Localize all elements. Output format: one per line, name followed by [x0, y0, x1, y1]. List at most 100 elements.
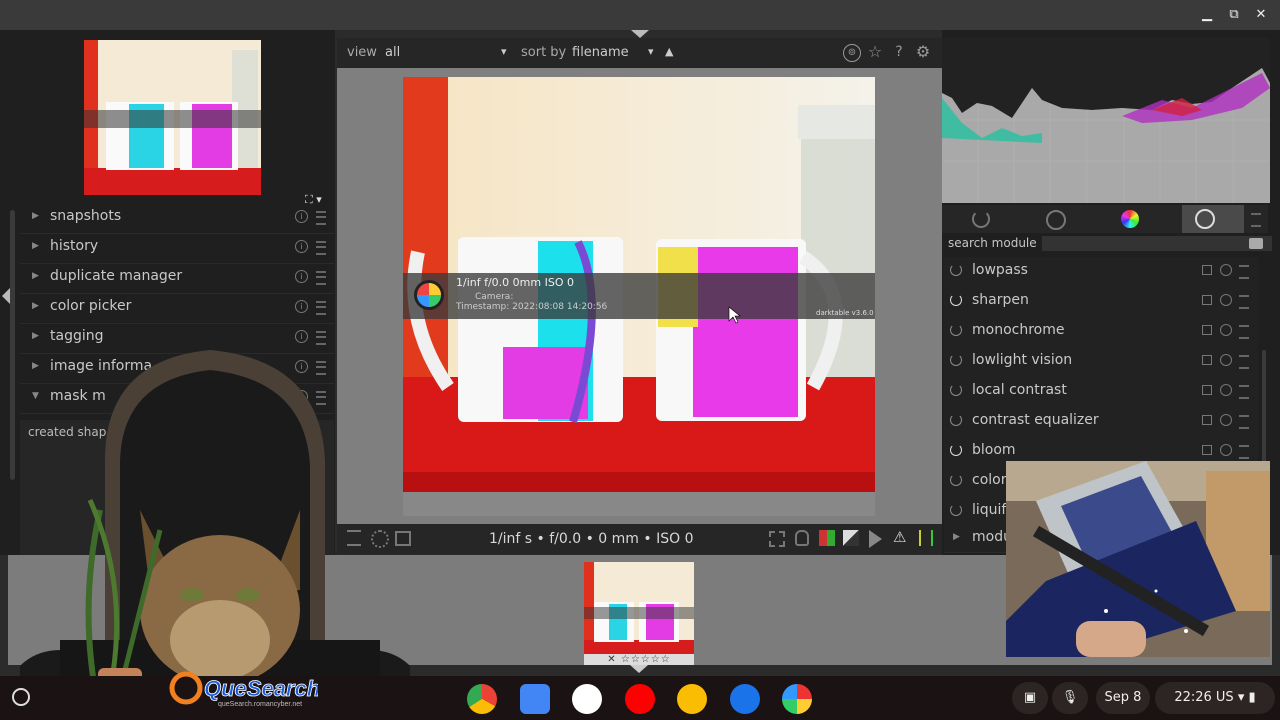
exif-info-bar: 1/inf s • f/0.0 • 0 mm • ISO 0 — [489, 531, 694, 547]
module-history[interactable]: ▶ history i — [20, 233, 334, 264]
clear-search-icon[interactable] — [1249, 238, 1263, 249]
sort-direction-icon[interactable]: ▲ — [665, 45, 673, 58]
color-modules-tab-icon[interactable] — [1121, 210, 1139, 228]
presets-icon[interactable] — [1239, 445, 1249, 459]
power-icon[interactable] — [950, 324, 962, 336]
multi-instance-icon[interactable] — [1202, 295, 1212, 305]
multi-instance-icon[interactable] — [1202, 265, 1212, 275]
module-label: history — [50, 238, 99, 254]
power-icon[interactable] — [950, 384, 962, 396]
module-label: sharpen — [972, 292, 1029, 308]
darktable-icon[interactable] — [782, 684, 812, 714]
warning-icon[interactable]: ⚠ — [893, 528, 906, 546]
effects-modules-tab-icon[interactable] — [1195, 209, 1215, 229]
reset-icon[interactable] — [1220, 264, 1232, 276]
reset-icon[interactable]: i — [295, 270, 308, 283]
reset-icon[interactable]: i — [295, 240, 308, 253]
tote-icon[interactable]: ▣ — [1012, 682, 1048, 714]
module-label: bloom — [972, 442, 1016, 458]
multi-instance-icon[interactable] — [1202, 325, 1212, 335]
bulb-icon[interactable] — [795, 530, 809, 546]
power-icon[interactable] — [950, 354, 962, 366]
date-button[interactable]: Sep 8 — [1096, 682, 1150, 714]
reset-icon[interactable] — [1220, 384, 1232, 396]
minimize-icon[interactable]: ▁ — [1198, 6, 1216, 24]
status-tray[interactable]: 22:26 US ▾ ▮ — [1155, 682, 1275, 714]
module-monochrome[interactable]: monochrome — [944, 317, 1258, 348]
close-icon[interactable]: ✕ — [1252, 6, 1270, 24]
power-icon[interactable] — [950, 264, 962, 276]
filmstrip-thumbnail[interactable] — [584, 556, 694, 666]
reset-icon[interactable] — [1220, 294, 1232, 306]
histogram[interactable] — [942, 38, 1270, 203]
rating-stars[interactable]: ✕ ☆☆☆☆☆ — [584, 654, 694, 665]
power-icon[interactable] — [950, 504, 962, 516]
multi-instance-icon[interactable] — [1202, 445, 1212, 455]
reset-icon[interactable] — [1220, 324, 1232, 336]
module-contrast-equalizer[interactable]: contrast equalizer — [944, 407, 1258, 438]
search-module-input[interactable] — [1042, 236, 1272, 251]
multi-instance-icon[interactable] — [1202, 415, 1212, 425]
microphone-icon[interactable]: 🎙 — [1052, 682, 1088, 714]
focus-peaking-icon[interactable] — [769, 531, 785, 547]
module-color-picker[interactable]: ▶ color picker i — [20, 293, 334, 324]
sort-select[interactable]: filename — [572, 45, 629, 60]
power-icon[interactable] — [950, 474, 962, 486]
presets-icon[interactable] — [1239, 415, 1249, 429]
active-modules-tab-icon[interactable] — [972, 210, 990, 228]
youtube-icon[interactable] — [625, 684, 655, 714]
presets-icon[interactable] — [1239, 355, 1249, 369]
multi-instance-icon[interactable] — [1202, 385, 1212, 395]
gear-icon[interactable]: ⚙ — [915, 44, 931, 60]
star-icon[interactable]: ☆ — [867, 44, 883, 60]
guides-icon[interactable] — [869, 530, 882, 548]
gmail-icon[interactable] — [572, 684, 602, 714]
module-lowlight-vision[interactable]: lowlight vision — [944, 347, 1258, 378]
sort-dropdown-icon[interactable]: ▾ — [648, 45, 654, 58]
grouping-icon[interactable]: ⊚ — [843, 44, 861, 62]
gamut-check-icon[interactable] — [843, 530, 859, 546]
reset-icon[interactable] — [1220, 414, 1232, 426]
view-dropdown-icon[interactable]: ▾ — [501, 45, 507, 58]
module-duplicate-manager[interactable]: ▶ duplicate manager i — [20, 263, 334, 294]
power-icon[interactable] — [950, 414, 962, 426]
messages-icon[interactable] — [730, 684, 760, 714]
module-local-contrast[interactable]: local contrast — [944, 377, 1258, 408]
presets-icon[interactable] — [1251, 213, 1261, 227]
logo-text: QueSearch — [204, 676, 318, 701]
left-panel-toggle-icon[interactable] — [2, 288, 10, 304]
presets-icon[interactable] — [316, 211, 326, 225]
presets-icon[interactable] — [1239, 385, 1249, 399]
reset-icon[interactable]: i — [295, 210, 308, 223]
top-panel-toggle-icon[interactable] — [631, 30, 649, 38]
presets-icon[interactable] — [1239, 265, 1249, 279]
presets-icon[interactable] — [1239, 325, 1249, 339]
module-lowpass[interactable]: lowpass — [944, 257, 1258, 288]
keep-icon[interactable] — [677, 684, 707, 714]
navigator-thumbnail[interactable] — [84, 40, 261, 195]
softproof-icon[interactable] — [819, 530, 835, 546]
base-modules-tab-icon[interactable] — [1046, 210, 1066, 230]
presets-icon[interactable] — [1239, 295, 1249, 309]
presets-icon[interactable] — [316, 271, 326, 285]
launcher-icon[interactable] — [12, 688, 30, 706]
multi-instance-icon[interactable] — [1202, 355, 1212, 365]
files-icon[interactable] — [520, 684, 550, 714]
module-sharpen[interactable]: sharpen — [944, 287, 1258, 318]
view-select[interactable]: all — [385, 45, 400, 60]
presets-icon[interactable] — [316, 241, 326, 255]
main-image[interactable]: 1/inf f/0.0 0mm ISO 0 Camera: Timestamp:… — [403, 77, 875, 516]
presets-icon[interactable] — [316, 301, 326, 315]
maximize-icon[interactable]: ⧉ — [1225, 6, 1243, 24]
help-icon[interactable]: ? — [891, 44, 907, 60]
reset-icon[interactable] — [1220, 354, 1232, 366]
reset-icon[interactable] — [1220, 444, 1232, 456]
power-icon[interactable] — [950, 444, 962, 456]
power-icon[interactable] — [950, 294, 962, 306]
reset-icon[interactable]: i — [295, 300, 308, 313]
module-snapshots[interactable]: ▶ snapshots i — [20, 203, 334, 234]
chrome-icon[interactable] — [467, 684, 497, 714]
left-scrollbar[interactable] — [10, 210, 15, 480]
bottom-panel-toggle-icon[interactable] — [630, 665, 648, 673]
color-assessment-icon[interactable] — [919, 530, 933, 546]
